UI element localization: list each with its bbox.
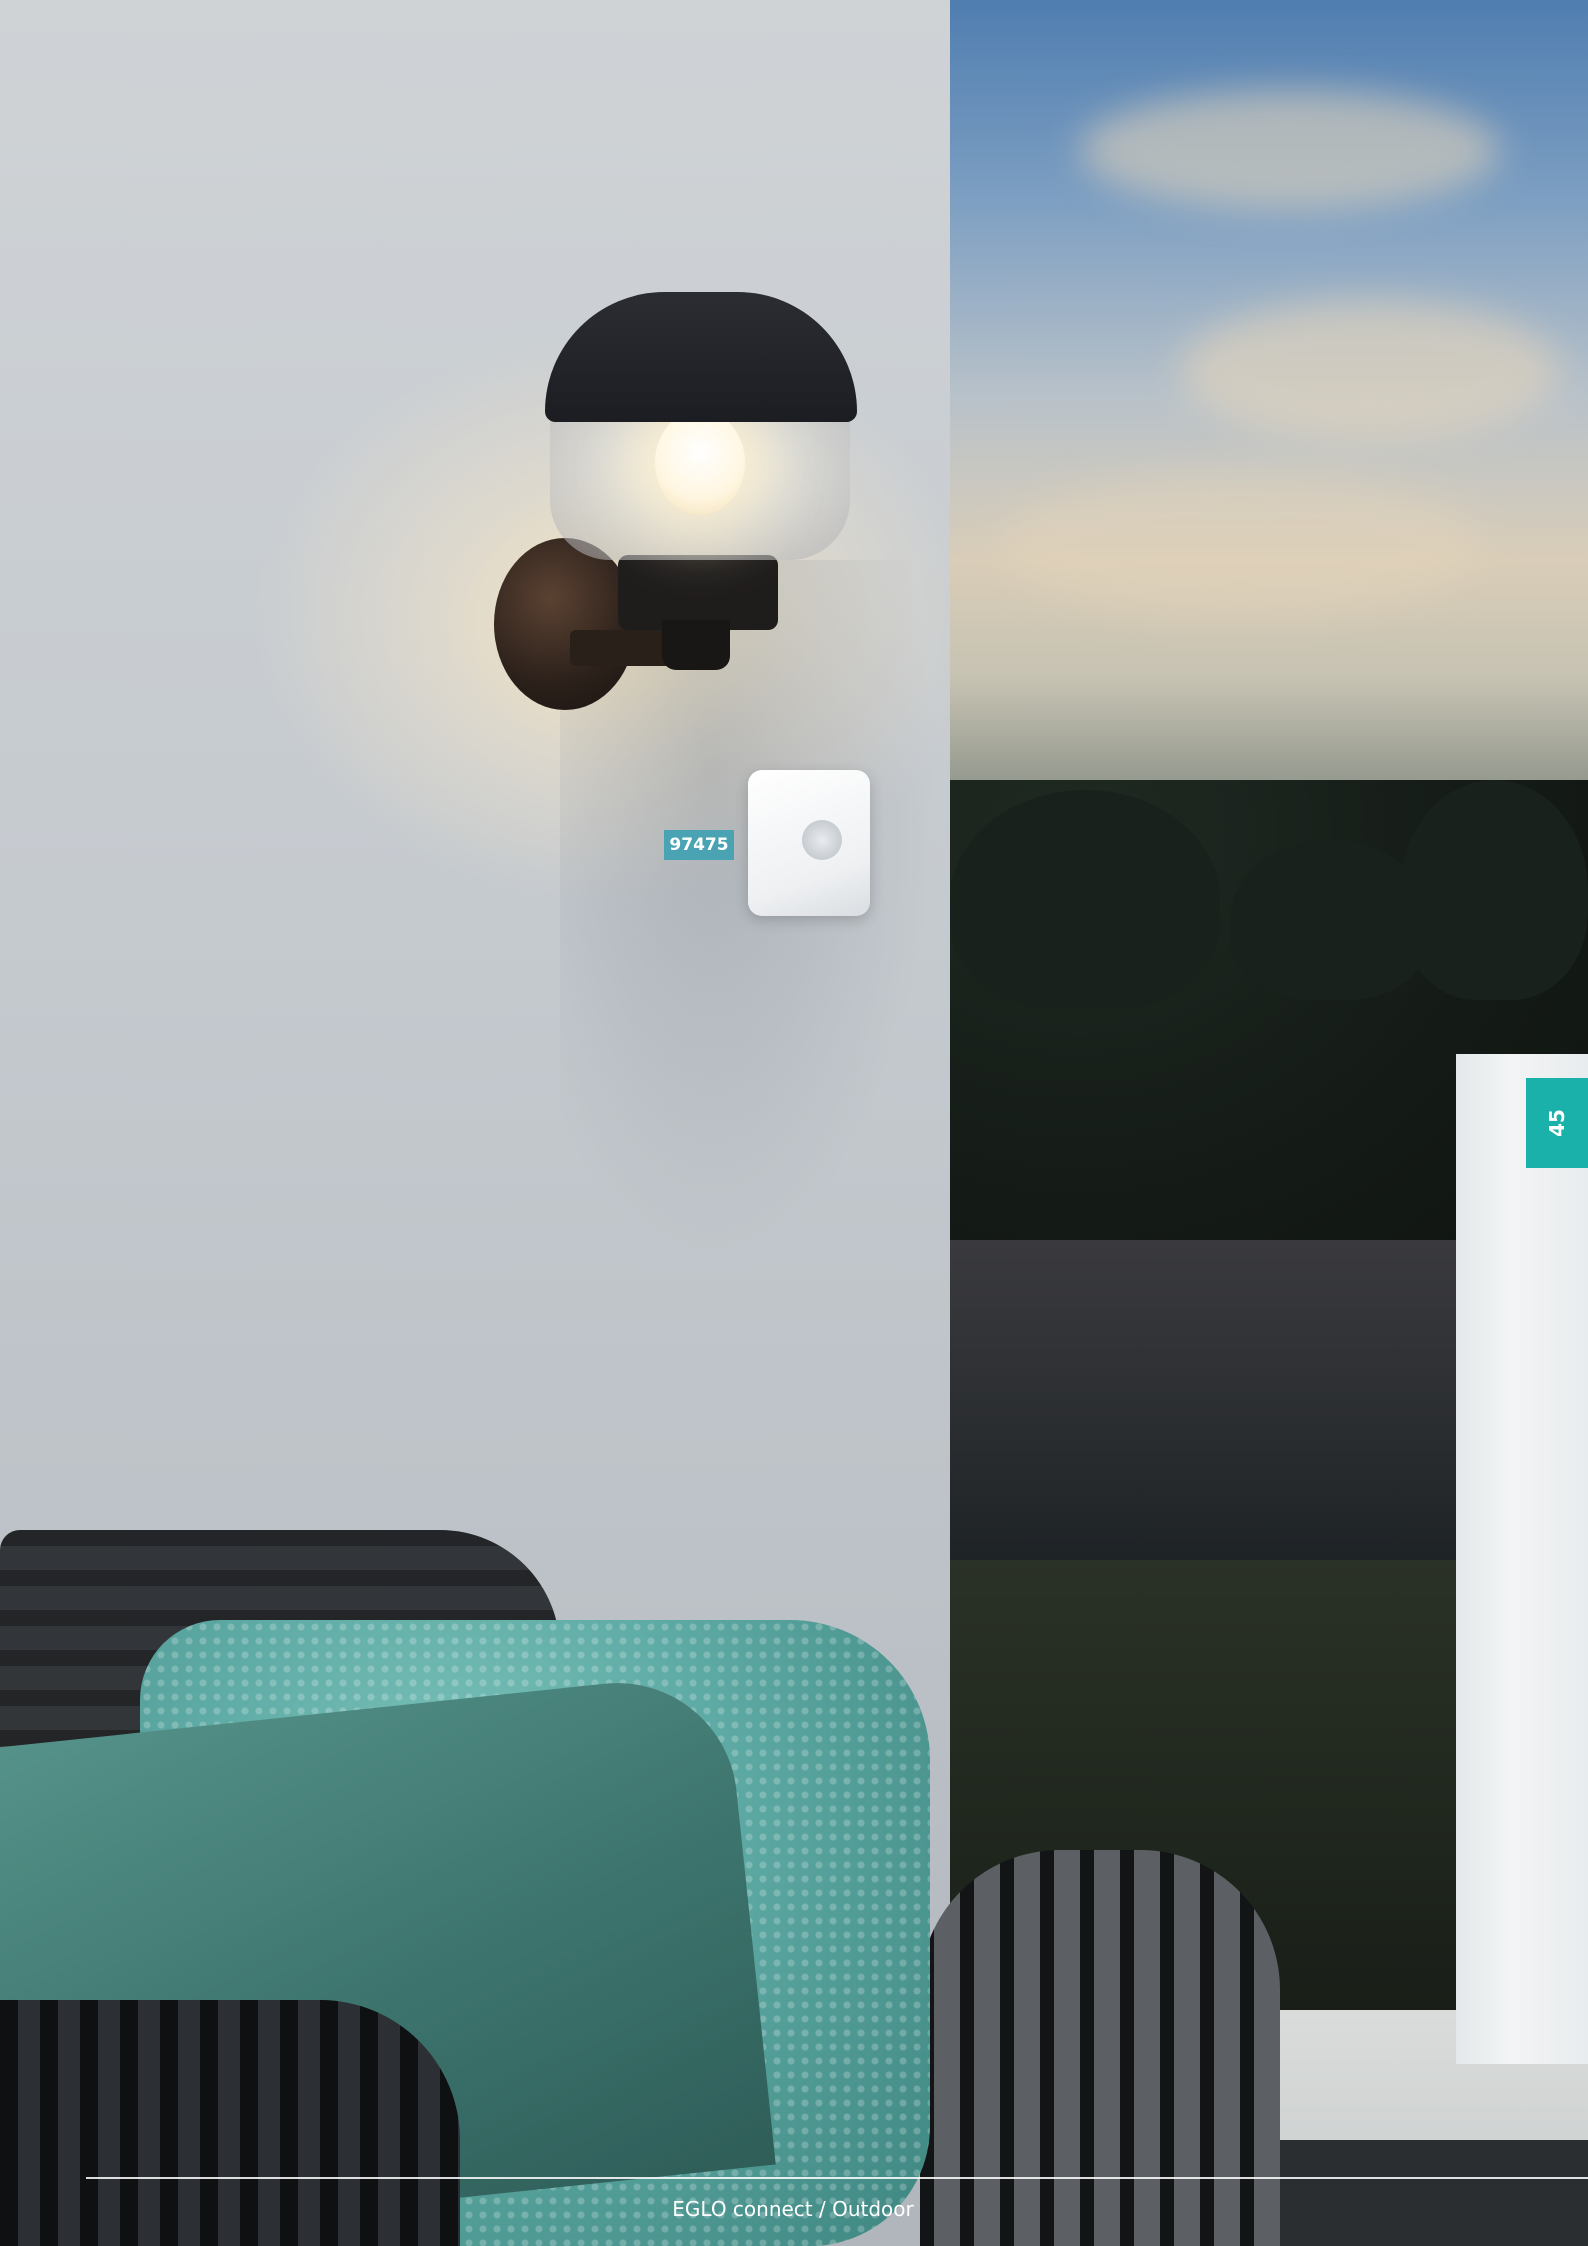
cloud [1000,470,1480,620]
rattan-chair-armrest [920,1850,1280,2246]
light-bulb [655,410,745,515]
sensor-lens [802,820,842,860]
footer-rule [86,2177,1588,2179]
cloud [1080,90,1500,210]
tree-crown [1400,780,1588,1000]
page-number: 45 [1545,1109,1569,1137]
lamp-socket [618,555,778,630]
cloud [1180,300,1560,440]
rattan-chair-front-arm [0,2000,460,2246]
product-code-label: 97475 [664,830,734,860]
footer-section-title: EGLO connect / Outdoor [672,2197,914,2221]
lamp-wall-plate [494,538,636,710]
catalog-page: 97475 45 EGLO connect / Outdoor [0,0,1588,2246]
tree-crown [950,790,1220,1010]
white-pillar [1456,1054,1588,2064]
lamp-socket-base [662,620,730,670]
